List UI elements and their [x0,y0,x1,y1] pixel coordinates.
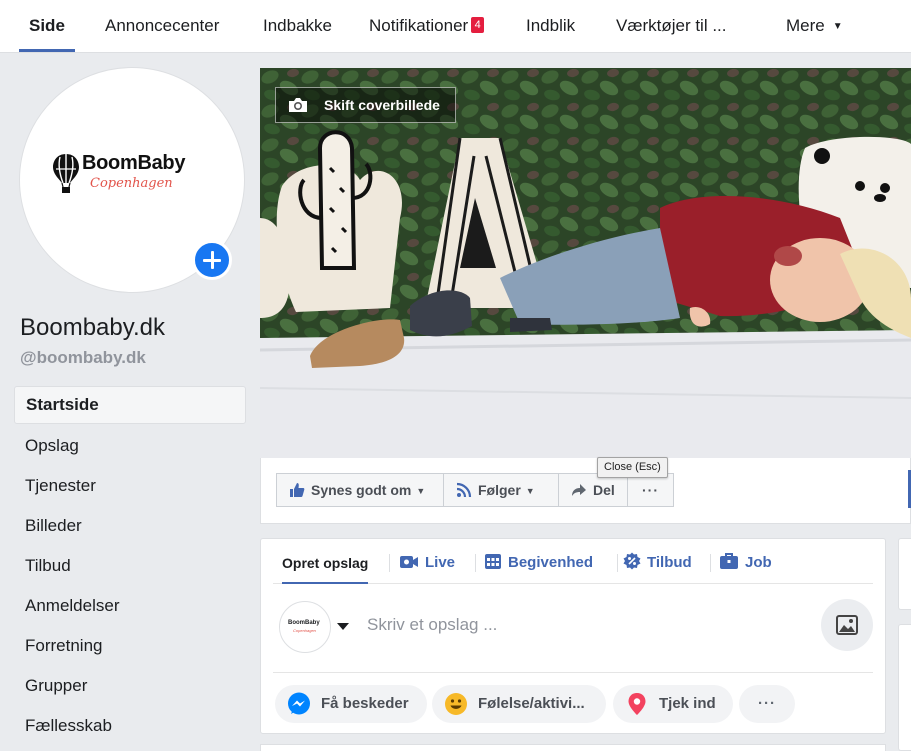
page-username[interactable]: @boombaby.dk [20,348,146,368]
caret-down-icon: ▼ [525,486,535,496]
tab-publishing-tools[interactable]: Værktøjer til ... [616,0,727,52]
tab-job[interactable]: Job [719,539,772,584]
share-label: Del [593,482,615,498]
post-composer: Opret opslag Live Begivenhed Tilbud Job … [260,538,886,734]
like-label: Synes godt om [311,482,412,498]
feeling-activity-button[interactable]: Følelse/aktivi... [432,685,606,723]
tab-more[interactable]: Mere ▼ [786,0,843,52]
composer-tabs: Opret opslag Live Begivenhed Tilbud Job [273,539,873,584]
like-button[interactable]: Synes godt om ▼ [276,473,444,507]
page-top-nav: Side Annoncecenter Indbakke Notifikation… [0,0,911,53]
tab-job-label: Job [745,554,772,571]
check-in-label: Tjek ind [659,695,716,712]
rss-icon [456,482,472,498]
photo-icon [836,615,858,635]
thumbs-up-icon [290,483,305,497]
tab-page-label: Side [29,16,65,35]
more-options-button[interactable]: ··· [739,685,795,723]
tab-separator [389,554,390,572]
cover-image [260,68,911,458]
post-text-input[interactable] [367,613,787,637]
sidebar-item-community[interactable]: Fællesskab [14,706,246,746]
tab-notifications[interactable]: Notifikationer 4 [369,0,485,52]
tab-inbox-label: Indbakke [263,16,332,35]
tab-separator [710,554,711,572]
share-arrow-icon [572,484,586,496]
video-camera-icon [400,556,418,568]
get-messages-button[interactable]: Få beskeder [275,685,427,723]
logo-subtitle: Copenhagen [90,176,173,191]
location-pin-icon [628,693,646,715]
avatar-wordmark: BoomBaby [288,620,320,626]
smiley-icon [445,693,467,715]
tab-inbox[interactable]: Indbakke [263,0,332,52]
right-column-card [898,624,911,751]
tab-live-label: Live [425,554,456,571]
tab-offer[interactable]: Tilbud [623,539,692,584]
tab-event-label: Begivenhed [508,554,594,571]
tab-separator [617,554,618,572]
sidebar-item-photos[interactable]: Billeder [14,506,246,546]
close-tooltip: Close (Esc) [597,457,668,478]
avatar-subtitle: Copenhagen [293,628,316,633]
tab-create-post[interactable]: Opret opslag [282,539,369,584]
calendar-icon [485,554,501,569]
sidebar-item-reviews[interactable]: Anmeldelser [14,586,246,626]
sidebar-item-services[interactable]: Tjenester [14,466,246,506]
page-action-bar: Synes godt om ▼ Følger ▼ Del ··· [260,458,911,524]
check-in-button[interactable]: Tjek ind [613,685,733,723]
tab-insights[interactable]: Indblik [526,0,575,52]
share-button[interactable]: Del [558,473,629,507]
logo-wordmark: BoomBaby [82,152,186,174]
right-column-card [898,538,911,610]
tab-page[interactable]: Side [19,0,75,52]
camera-icon [289,98,307,112]
page-title: Boombaby.dk [20,314,165,341]
sidebar-item-shop[interactable]: Forretning [14,626,246,666]
brand-logo: BoomBaby Copenhagen [50,150,210,210]
tab-ad-center[interactable]: Annoncecenter [105,0,219,52]
tab-publishing-tools-label: Værktøjer til ... [616,16,727,35]
sidebar-item-offers[interactable]: Tilbud [14,546,246,586]
briefcase-icon [720,553,738,569]
sidebar-item-groups[interactable]: Grupper [14,666,246,706]
composer-divider [273,672,873,673]
page-sidebar-nav: Startside Opslag Tjenester Billeder Tilb… [14,386,246,746]
hot-air-balloon-icon [53,154,79,193]
add-profile-photo-button[interactable] [192,240,232,280]
change-cover-button[interactable]: Skift coverbillede [275,87,456,123]
messenger-icon [288,692,310,715]
follow-button[interactable]: Følger ▼ [443,473,559,507]
tab-separator [475,554,476,572]
feeling-activity-label: Følelse/aktivi... [478,695,585,712]
tab-more-label: Mere [786,16,825,35]
caret-down-icon: ▼ [416,486,426,496]
notification-count-badge: 4 [471,17,485,33]
add-photo-button[interactable] [821,599,873,651]
sidebar-item-posts[interactable]: Opslag [14,426,246,466]
tab-insights-label: Indblik [526,16,576,35]
composer-avatar[interactable]: BoomBaby Copenhagen [279,601,331,653]
follow-label: Følger [478,482,521,498]
more-actions-button[interactable]: ··· [627,473,674,507]
cover-photo: Skift coverbillede [260,68,911,458]
sidebar-item-home[interactable]: Startside [14,386,246,424]
tab-notifications-label: Notifikationer [369,16,469,35]
tab-event[interactable]: Begivenhed [484,539,593,584]
tab-offer-label: Tilbud [647,554,692,571]
caret-down-icon[interactable] [337,623,349,630]
tab-create-post-label: Opret opslag [282,555,369,571]
get-messages-label: Få beskeder [321,695,409,712]
tab-ad-center-label: Annoncecenter [105,16,220,35]
tab-live[interactable]: Live [399,539,455,584]
next-card [260,744,886,751]
change-cover-label: Skift coverbillede [324,97,440,113]
caret-down-icon: ▼ [832,21,843,32]
offer-tag-icon [623,552,641,570]
